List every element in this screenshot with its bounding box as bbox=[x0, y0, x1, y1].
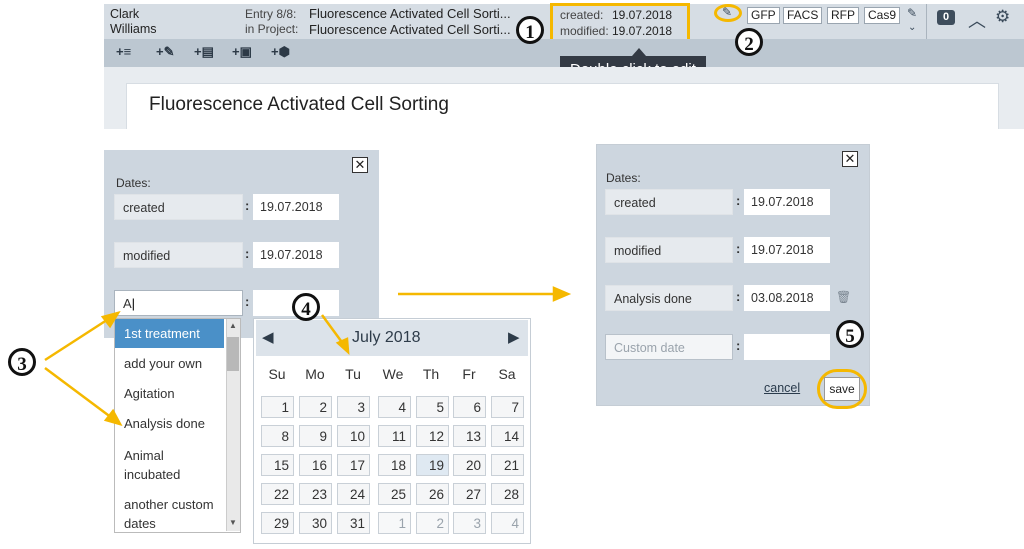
date-value-modified[interactable]: 19.07.2018 bbox=[744, 237, 830, 263]
trash-icon[interactable]: 🗑 bbox=[836, 290, 851, 304]
arrow-line bbox=[44, 316, 111, 362]
colon: : bbox=[736, 289, 741, 304]
cancel-link[interactable]: cancel bbox=[764, 381, 800, 395]
arrow-head bbox=[103, 408, 123, 427]
colon: : bbox=[736, 193, 741, 208]
save-button[interactable]: save bbox=[824, 377, 860, 401]
date-value-created[interactable]: 19.07.2018 bbox=[744, 189, 830, 215]
colon: : bbox=[736, 241, 741, 256]
arrow-head bbox=[100, 310, 121, 329]
date-label-created[interactable]: created bbox=[605, 189, 733, 215]
dates-label: Dates: bbox=[606, 171, 641, 185]
date-label-modified[interactable]: modified bbox=[605, 237, 733, 263]
callout-4: 4 bbox=[292, 293, 320, 321]
arrow-line bbox=[44, 366, 113, 420]
date-label-analysis-done[interactable]: Analysis done bbox=[605, 285, 733, 311]
callout-3: 3 bbox=[8, 348, 36, 376]
annotation-arrows bbox=[44, 286, 572, 427]
colon: : bbox=[736, 338, 741, 353]
close-icon[interactable]: ✕ bbox=[842, 151, 858, 167]
date-value-analysis-done[interactable]: 03.08.2018 bbox=[744, 285, 830, 311]
custom-date-value[interactable] bbox=[744, 334, 830, 360]
custom-date-input[interactable]: Custom date bbox=[605, 334, 733, 360]
callout-5: 5 bbox=[836, 320, 864, 348]
arrow-head bbox=[552, 286, 572, 302]
